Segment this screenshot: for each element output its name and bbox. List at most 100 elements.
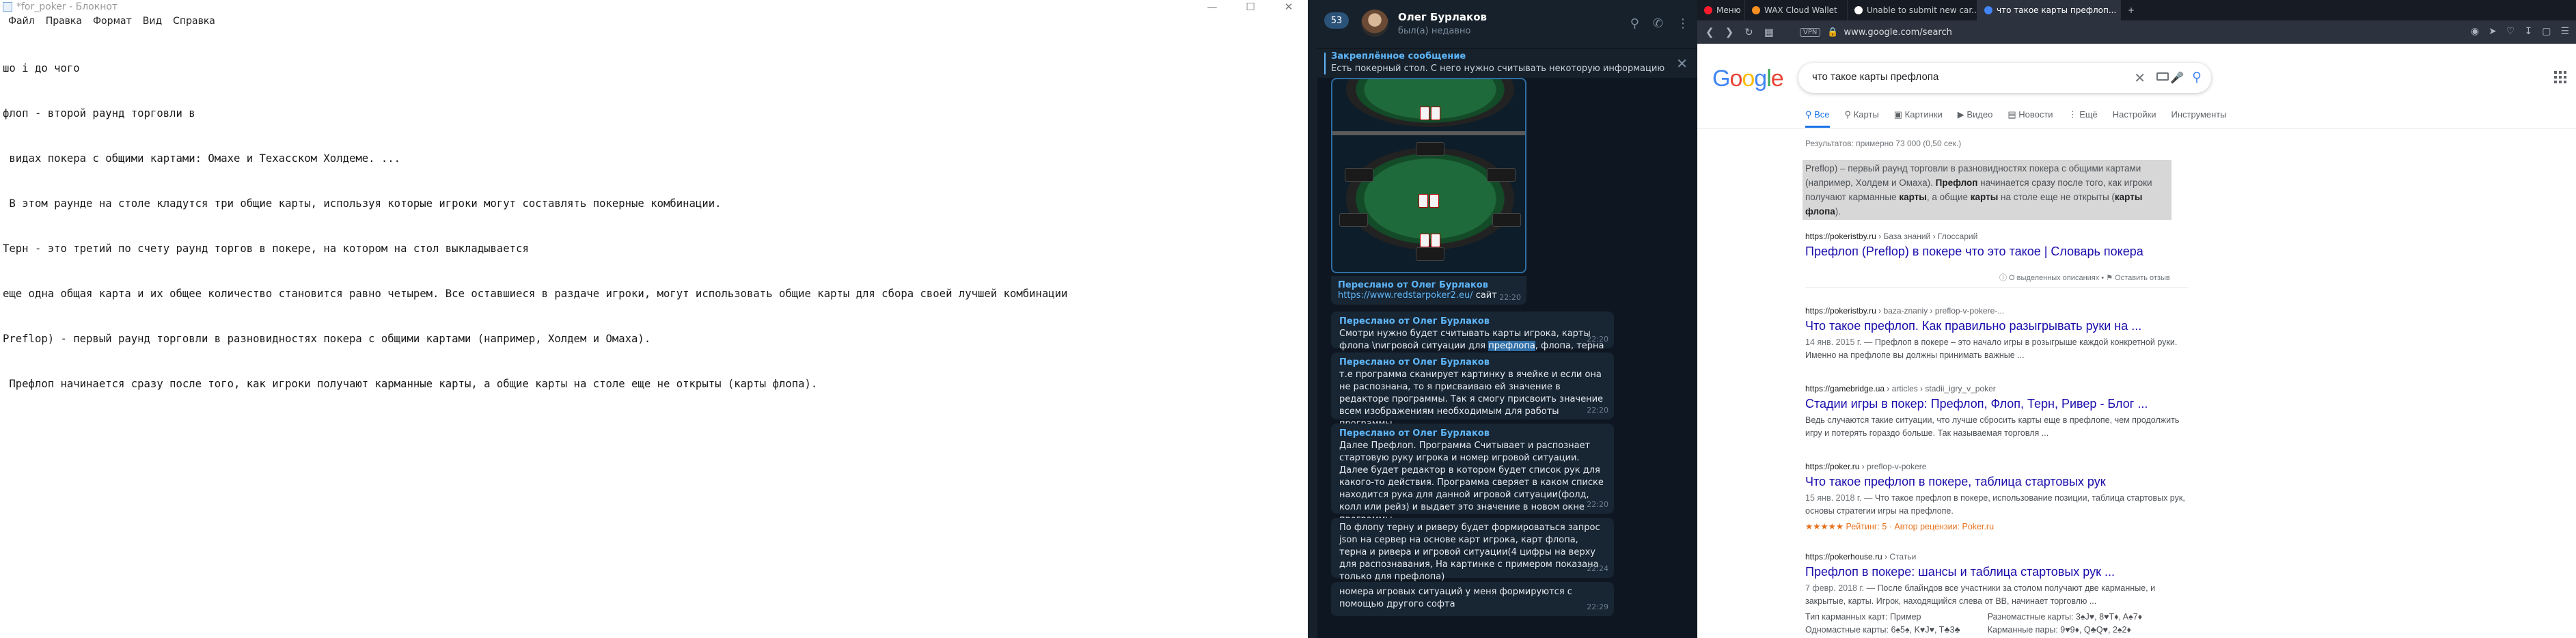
site-link[interactable]: https://www.redstarpoker2.eu/ (1338, 290, 1473, 301)
close-button[interactable]: ✕ (1270, 0, 1308, 14)
heart-icon[interactable]: ♡ (2506, 26, 2515, 37)
logo-letter: e (1770, 66, 1784, 92)
result-title-link[interactable]: Стадии игры в покер: Префлоп, Флоп, Терн… (1805, 397, 2188, 411)
menu-file[interactable]: Файл (3, 16, 40, 27)
cite-domain: https://poker.ru (1805, 462, 1860, 471)
text-line: Preflop) - первый раунд торговли в разно… (3, 333, 651, 345)
close-icon[interactable]: ✕ (1676, 55, 1688, 72)
tab-news[interactable]: ▤ Новости (2008, 109, 2053, 128)
tab-wax-wallet[interactable]: WAX Cloud Wallet (1745, 0, 1848, 20)
tab-all[interactable]: ⚲ Все (1805, 109, 1830, 128)
table-cell: Тип карманных карт: Пример (1805, 612, 1921, 622)
cite-crumbs: › Статьи (1882, 552, 1917, 561)
camera-icon[interactable]: ◉ (2471, 26, 2479, 37)
mic-icon[interactable]: 🎤 (2170, 71, 2184, 84)
seat (1345, 168, 1373, 182)
snippet-feedback[interactable]: ⓘ О выделенных описаниях • ⚑ Оставить от… (1999, 272, 2170, 283)
message-bubble[interactable]: Переслано от Олег Бурлаков Смотри нужно … (1331, 311, 1614, 363)
menu-icon[interactable]: ☰ (2560, 26, 2569, 37)
result-title-link[interactable]: Префлоп (Preflop) в покере что это такое… (1805, 245, 2188, 259)
forwarded-label: Переслано от Олег Бурлаков (1338, 280, 1488, 290)
contact-name[interactable]: Олег Бурлаков (1398, 11, 1487, 23)
minimize-button[interactable]: — (1193, 0, 1231, 14)
search-icon[interactable]: ⚲ (2192, 70, 2202, 85)
text-line: В этом раунде на столе кладутся три общи… (3, 197, 722, 210)
url-field[interactable]: VPN 🔒 www.google.com/search (1800, 24, 2415, 40)
back-icon[interactable]: ❮ (1705, 26, 1714, 38)
message-bubble[interactable]: Переслано от Олег Бурлаков Далее Префлоп… (1331, 424, 1614, 525)
send-icon[interactable]: ➤ (2489, 26, 2497, 37)
snippet-text: , а общие (1926, 192, 1971, 202)
divider (1697, 128, 2576, 129)
speed-dial-icon[interactable]: ▦ (1764, 26, 1774, 38)
message-text: Далее Префлоп. Программа Считывает и рас… (1339, 441, 1604, 525)
more-icon[interactable]: ⋮ (1677, 16, 1689, 31)
notepad-title: *for_poker - Блокнот (16, 1, 118, 12)
phone-icon[interactable]: ✆ (1653, 16, 1663, 31)
back-button-unread-count[interactable]: 53 (1324, 12, 1349, 29)
cite-crumbs: › База знаний › Глоссарий (1876, 232, 1978, 241)
tab-label: WAX Cloud Wallet (1764, 5, 1837, 15)
keyboard-icon[interactable] (2156, 72, 2169, 81)
tab-maps[interactable]: ⚲ Карты (1845, 109, 1879, 128)
poker-table-screenshot[interactable] (1331, 78, 1526, 273)
opera-menu-tab[interactable]: Меню (1697, 0, 1745, 20)
featured-snippet[interactable]: Preflop) – первый раунд торговли в разно… (1803, 160, 2171, 220)
avatar[interactable] (1361, 10, 1388, 37)
tab-google-search[interactable]: что такое карты префлоп... (1977, 0, 2121, 20)
result-table-col: Разномастные карты: 3♠J♥, 8♥T♦, A♠7♦ Кар… (1988, 611, 2142, 637)
reload-icon[interactable]: ↻ (1744, 26, 1753, 38)
new-tab-button[interactable]: + (2121, 0, 2141, 20)
tab-label: что такое карты префлоп... (1997, 5, 2117, 15)
search-box[interactable]: что такое карты префлопа ✕ 🎤 ⚲ (1798, 63, 2211, 93)
result-title-link[interactable]: Что такое префлоп. Как правильно разыгры… (1805, 319, 2188, 333)
tab-github[interactable]: Unable to submit new car... (1848, 0, 1977, 20)
clear-icon[interactable]: ✕ (2134, 70, 2146, 86)
apps-grid-icon[interactable] (2554, 71, 2566, 83)
pinned-message[interactable]: Закреплённое сообщение Есть покерный сто… (1317, 48, 1697, 78)
cite-crumbs: › preflop-v-pokere (1859, 462, 1927, 471)
menu-format[interactable]: Формат (87, 16, 137, 27)
text-line: еще одна общая карта и их общее количест… (3, 288, 1068, 300)
result-title-link[interactable]: Префлоп в покере: шансы и таблица старто… (1805, 565, 2188, 579)
menu-help[interactable]: Справка (167, 16, 221, 27)
search-input[interactable]: что такое карты префлопа (1812, 71, 1938, 83)
tab-more[interactable]: ⋮ Ещё (2068, 109, 2098, 128)
result-cite: https://pokeristby.ru › baza-znaniy › pr… (1805, 306, 2188, 316)
text-line: Терн - это третий по счету раунд торгов … (3, 242, 529, 255)
search-icon[interactable]: ⚲ (1630, 16, 1639, 31)
contact-status: был(а) недавно (1398, 26, 1471, 36)
download-icon[interactable]: ↧ (2524, 26, 2532, 37)
telegram-window: 53 Олег Бурлаков был(а) недавно ⚲ ✆ ⋮ За… (1308, 0, 1697, 638)
forward-icon[interactable]: ❯ (1725, 26, 1734, 38)
chat-history[interactable]: Переслано от Олег Бурлаков https://www.r… (1317, 78, 1697, 638)
tab-settings[interactable]: Настройки (2113, 109, 2156, 128)
menu-edit[interactable]: Правка (40, 16, 87, 27)
result-title-link[interactable]: Что такое префлоп в покере, таблица стар… (1805, 475, 2188, 489)
notepad-window: *for_poker - Блокнот — ☐ ✕ Файл Правка Ф… (0, 0, 1308, 638)
message-bubble[interactable]: Переслано от Олег Бурлаков т.е программа… (1331, 352, 1614, 429)
tab-images[interactable]: ▣ Картинки (1894, 109, 1943, 128)
caption-suffix: сайт (1472, 290, 1497, 301)
tab-videos[interactable]: ▶ Видео (1958, 109, 1993, 128)
message-bubble[interactable]: номера игровых ситуаций у меня формируют… (1331, 582, 1614, 616)
selected-word: префлопа (1488, 341, 1535, 351)
snippet-bold: Префлоп (1935, 178, 1978, 188)
seat (1487, 168, 1516, 182)
vpn-badge[interactable]: VPN (1800, 27, 1821, 37)
poker-table-top (1346, 79, 1514, 127)
pinned-title: Закреплённое сообщение (1331, 51, 1466, 61)
message-bubble[interactable]: По флопу терну и риверу будет формироват… (1331, 518, 1614, 582)
notepad-text-area[interactable]: шо і до чого флоп - второй раунд торговл… (0, 29, 1308, 424)
seat (1492, 213, 1521, 227)
maximize-button[interactable]: ☐ (1231, 0, 1270, 14)
tab-tools[interactable]: Инструменты (2171, 109, 2227, 128)
google-logo[interactable]: Google (1712, 66, 1784, 92)
text-line: видах покера с общими картами: Омахе и Т… (3, 152, 401, 165)
wax-icon (1752, 6, 1760, 14)
extension-icon[interactable]: ▢ (2542, 26, 2551, 37)
result-description: Ведь случаются такие ситуации, что лучше… (1805, 415, 2180, 438)
search-result: https://poker.ru › preflop-v-pokere Что … (1805, 462, 2188, 533)
logo-letter: o (1729, 66, 1742, 92)
menu-view[interactable]: Вид (137, 16, 167, 27)
